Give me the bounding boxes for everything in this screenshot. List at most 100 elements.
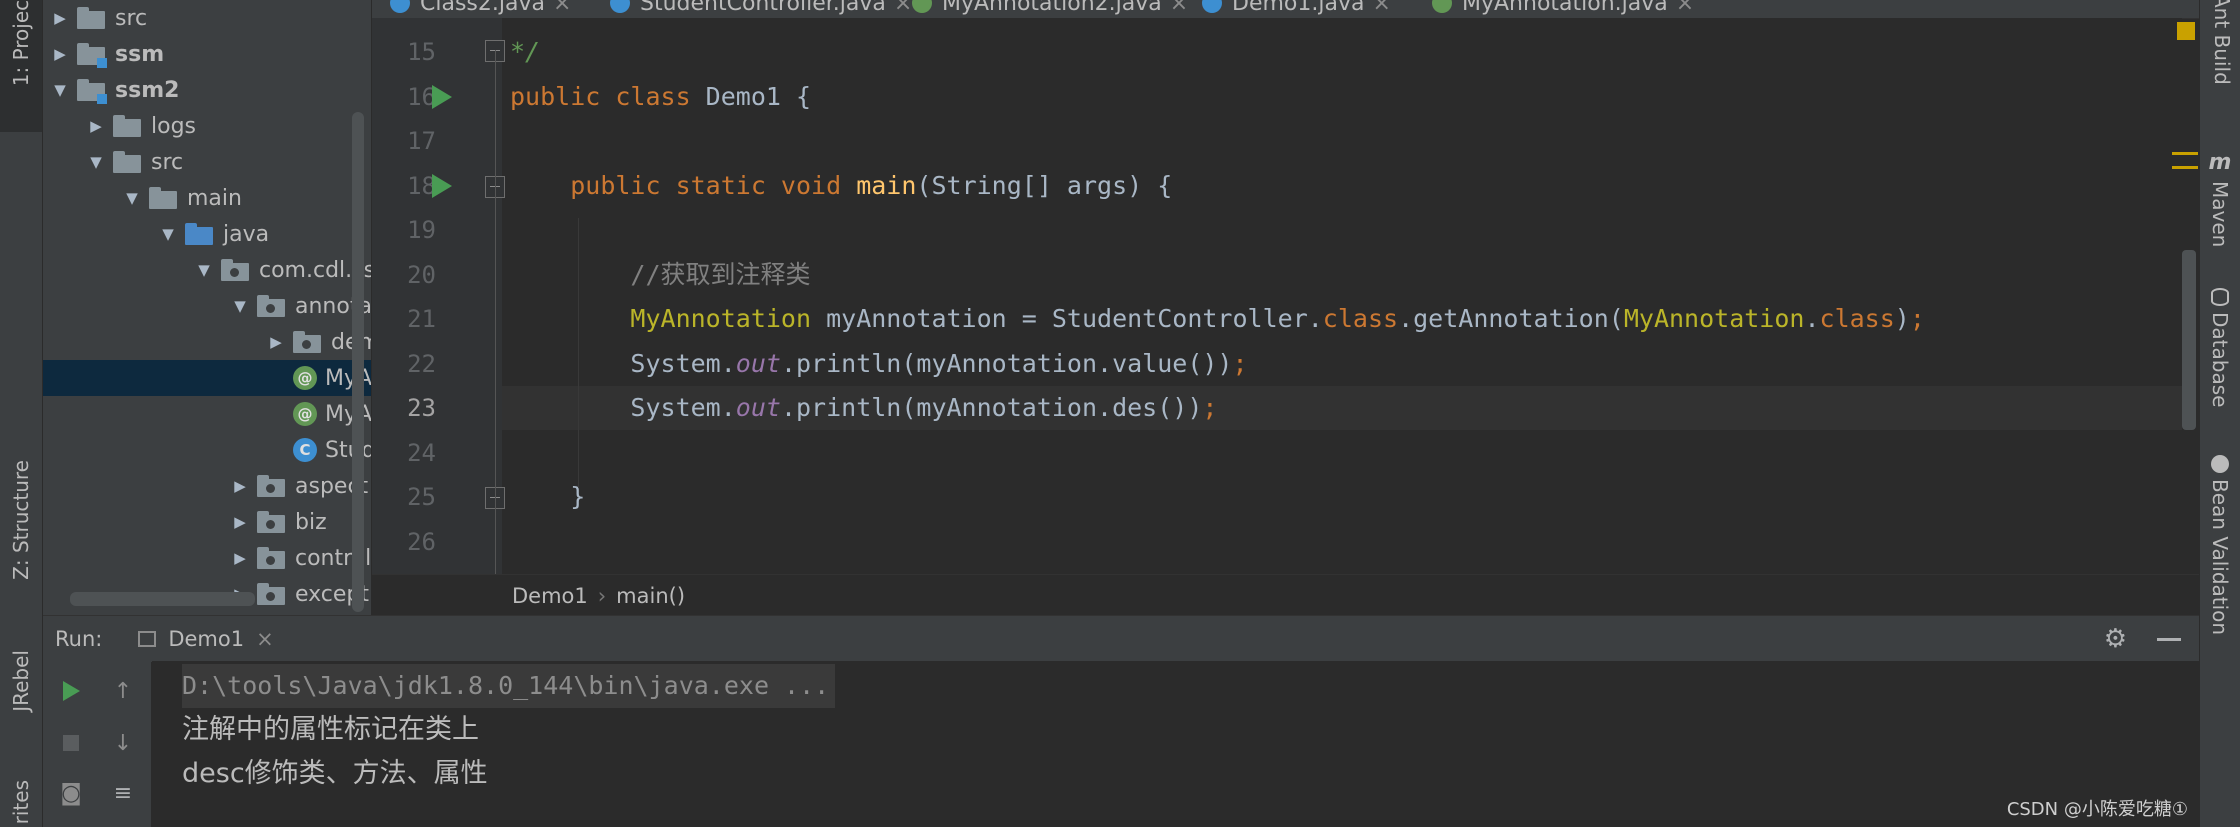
class-icon: C (293, 438, 317, 462)
stop-icon[interactable] (51, 723, 91, 763)
code-line[interactable]: public class Demo1 { (502, 75, 2182, 119)
editor-tab-label: MyAnnotation2.java (942, 0, 1162, 16)
scroll-up-icon[interactable]: ↑ (103, 671, 143, 711)
error-stripe-marker[interactable] (2172, 152, 2198, 155)
code-line[interactable]: System.out.println(myAnnotation.value())… (502, 342, 2182, 386)
breadcrumb: Demo1 › main() (372, 574, 2199, 616)
editor-scrollbar[interactable] (2182, 250, 2196, 430)
tab-close-icon[interactable]: × (1676, 0, 1694, 16)
code-line[interactable]: */ (502, 30, 2182, 74)
expand-arrow-icon[interactable]: ▼ (51, 81, 69, 99)
tree-item[interactable]: ▼ java (43, 216, 371, 252)
tree-item[interactable]: ▶ demo (43, 324, 371, 360)
tree-item[interactable]: ▼annotatio (43, 288, 371, 324)
structure-tool-tab[interactable]: Z: Structure (0, 460, 42, 610)
scroll-down-icon[interactable]: ↓ (103, 723, 143, 763)
collapse-arrow-icon[interactable]: ▶ (87, 117, 105, 135)
code-line[interactable] (502, 431, 2182, 475)
run-tab[interactable]: Demo1 × (138, 627, 274, 651)
tab-close-icon[interactable]: × (553, 0, 571, 16)
code-line[interactable]: //获取到注释类 (502, 253, 2182, 297)
rerun-icon[interactable] (51, 671, 91, 711)
ant-build-label: Ant Build (2210, 0, 2234, 85)
code-line[interactable] (502, 520, 2182, 564)
code-editor[interactable]: * 可以修饰类上 */public class Demo1 { public st… (502, 18, 2182, 574)
collapse-arrow-icon[interactable]: ▶ (231, 513, 249, 531)
expand-arrow-icon[interactable]: ▼ (231, 297, 249, 315)
tree-item[interactable]: ▶ src (43, 0, 371, 36)
code-line[interactable]: MyAnnotation myAnnotation = StudentContr… (502, 297, 2182, 341)
collapse-arrow-icon[interactable]: ▶ (231, 549, 249, 567)
collapse-arrow-icon[interactable]: ▶ (231, 477, 249, 495)
tree-item-label: biz (295, 509, 327, 535)
module-folder-icon (77, 43, 107, 68)
tab-close-icon[interactable]: × (1170, 0, 1188, 16)
tree-item[interactable]: ▶ biz (43, 504, 371, 540)
tree-item[interactable]: ▼ ssm2 (43, 72, 371, 108)
collapse-arrow-icon[interactable]: ▶ (267, 333, 285, 351)
tree-item-label: logs (151, 113, 196, 139)
folder-icon (77, 7, 105, 29)
jrebel-tool-tab[interactable]: JRebel (0, 650, 42, 750)
run-gutter-icon[interactable] (432, 84, 452, 109)
bean-validation-tool-tab[interactable]: Bean Validation (2208, 455, 2232, 635)
tree-item[interactable]: @ MyAn (43, 360, 371, 396)
line-number: 21 (407, 305, 436, 333)
favorites-tool-tab[interactable]: rites (0, 780, 42, 827)
project-hscrollbar[interactable] (70, 592, 255, 606)
console-output[interactable]: D:\tools\Java\jdk1.8.0_144\bin\java.exe … (152, 661, 2199, 827)
error-stripe-marker[interactable] (2172, 166, 2198, 169)
camera-icon[interactable]: ◙ (51, 773, 91, 813)
project-tool-tab[interactable]: 1: Project (0, 0, 42, 132)
tree-item[interactable]: ▶controlle (43, 540, 371, 576)
soft-wrap-icon[interactable]: ≡ (103, 773, 143, 813)
tree-item[interactable]: ▼ main (43, 180, 371, 216)
code-line[interactable]: System.out.println(myAnnotation.des()); (502, 386, 2182, 430)
ant-build-tool-tab[interactable]: Ant Build (2210, 0, 2234, 85)
bean-validation-label: Bean Validation (2208, 479, 2232, 636)
editor-tab[interactable]: Class2.java × (390, 0, 571, 18)
tree-item[interactable]: @ MyAn (43, 396, 371, 432)
expand-arrow-icon[interactable]: ▼ (123, 189, 141, 207)
run-gutter-icon[interactable] (432, 173, 452, 198)
run-tab-close-icon[interactable]: × (256, 627, 274, 651)
tree-item[interactable]: ▼ src (43, 144, 371, 180)
editor-tab[interactable]: Demo1.java × (1202, 0, 1391, 18)
line-number: 23 (407, 394, 436, 422)
tab-close-icon[interactable]: × (1372, 0, 1390, 16)
settings-gear-icon[interactable]: ⚙ (2104, 624, 2127, 654)
code-line[interactable] (502, 119, 2182, 163)
console-output-line: 注解中的属性标记在类上 (182, 714, 479, 745)
editor-tab[interactable]: StudentController.java × (610, 0, 912, 18)
expand-arrow-icon[interactable]: ▼ (159, 225, 177, 243)
collapse-arrow-icon[interactable]: ▶ (51, 45, 69, 63)
database-tool-tab[interactable]: Database (2208, 288, 2232, 407)
tree-item[interactable]: ▶ logs (43, 108, 371, 144)
tree-item[interactable]: C Stude (43, 432, 371, 468)
tree-item[interactable]: ▶ aspect (43, 468, 371, 504)
tree-item[interactable]: ▶ ssm (43, 36, 371, 72)
expand-arrow-icon[interactable]: ▼ (195, 261, 213, 279)
line-number: 17 (407, 127, 436, 155)
project-scrollbar[interactable] (352, 112, 364, 612)
breadcrumb-class[interactable]: Demo1 (512, 584, 588, 608)
tree-item-label: demo (331, 329, 371, 355)
tree-item-label: src (151, 149, 184, 175)
collapse-arrow-icon[interactable]: ▶ (51, 9, 69, 27)
tab-close-icon[interactable]: × (894, 0, 912, 16)
tree-item[interactable]: ▼com.cdl.ssm (43, 252, 371, 288)
warning-marker-icon[interactable] (2177, 22, 2195, 40)
breadcrumb-method[interactable]: main() (616, 584, 685, 608)
editor-tab[interactable]: MyAnnotation.java × (1432, 0, 1694, 18)
line-number: 18 (407, 171, 436, 200)
expand-arrow-icon[interactable]: ▼ (87, 153, 105, 171)
maven-tool-tab[interactable]: m Maven (2208, 150, 2232, 247)
code-line[interactable] (502, 208, 2182, 252)
editor-tab[interactable]: MyAnnotation2.java × (912, 0, 1188, 18)
code-line[interactable]: } (502, 475, 2182, 519)
right-tool-strip: Ant Build m Maven Database Bean Validati… (2199, 0, 2240, 827)
code-line: * 可以修饰类上 (502, 18, 2182, 29)
maven-label: Maven (2208, 181, 2232, 248)
code-line[interactable]: public static void main(String[] args) { (502, 164, 2182, 208)
minimize-icon[interactable] (2157, 638, 2181, 641)
